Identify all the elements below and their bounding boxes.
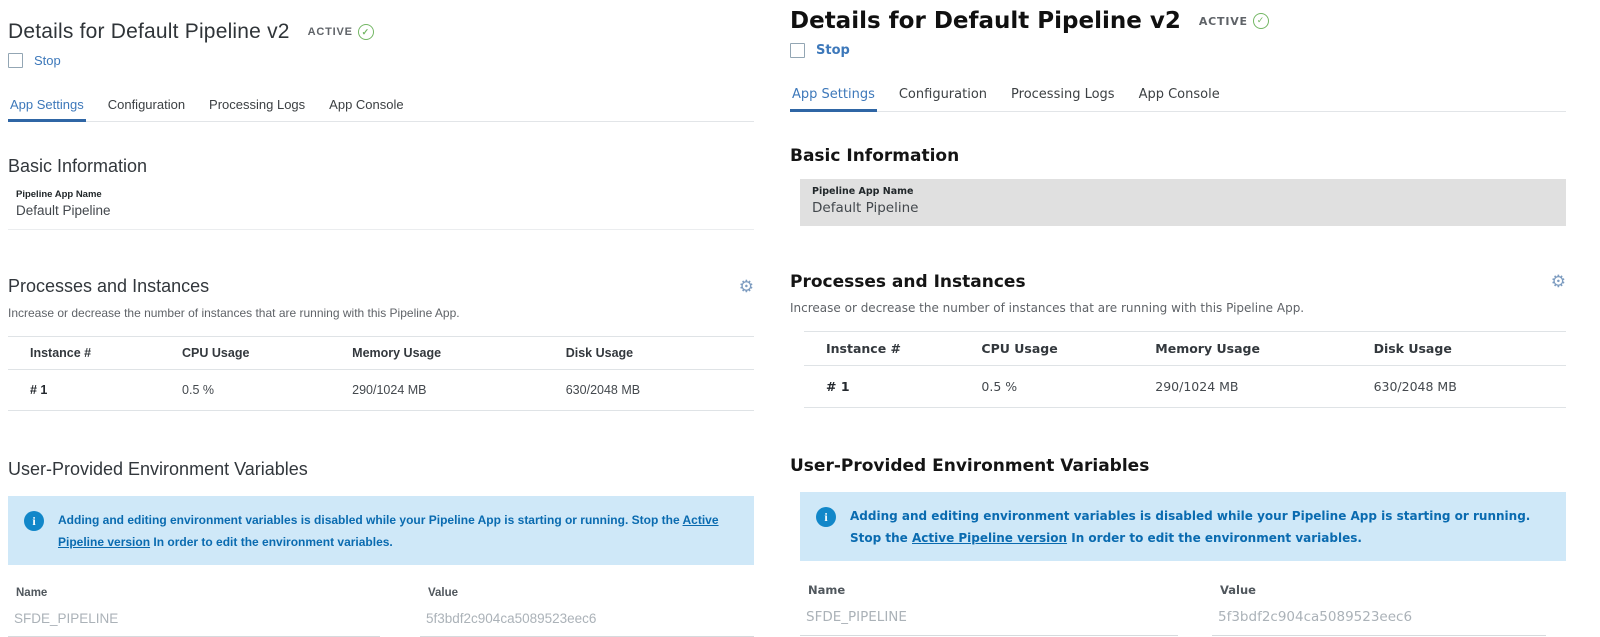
tab-app-console[interactable]: App Console	[1137, 87, 1222, 111]
cell-memory: 290/1024 MB	[1155, 379, 1373, 394]
pipeline-app-name-field: Pipeline App Name Default Pipeline	[8, 189, 754, 230]
processes-header: Processes and Instances ⚙	[8, 276, 754, 297]
env-vars-heading: User-Provided Environment Variables	[8, 459, 754, 480]
gear-icon[interactable]: ⚙	[1551, 274, 1566, 291]
env-var-fields: Name SFDE_PIPELINE Value 5f3bdf2c904ca50…	[8, 587, 754, 637]
stop-control: Stop	[790, 43, 1566, 58]
cell-cpu: 0.5 %	[981, 379, 1155, 394]
table-header-row: Instance # CPU Usage Memory Usage Disk U…	[804, 331, 1566, 366]
info-banner: i Adding and editing environment variabl…	[800, 492, 1566, 561]
env-name-label: Name	[800, 583, 1178, 597]
col-disk: Disk Usage	[1374, 341, 1566, 356]
stop-checkbox[interactable]	[8, 53, 23, 68]
status-badge: ACTIVE ✓	[1199, 13, 1269, 29]
table-row: # 1 0.5 % 290/1024 MB 630/2048 MB	[804, 366, 1566, 408]
gear-icon[interactable]: ⚙	[739, 278, 754, 295]
tab-bar: App Settings Configuration Processing Lo…	[790, 87, 1566, 112]
col-instance: Instance #	[30, 346, 182, 360]
env-name-field: Name SFDE_PIPELINE	[800, 583, 1178, 636]
table-row: # 1 0.5 % 290/1024 MB 630/2048 MB	[8, 370, 754, 411]
basic-info-heading: Basic Information	[790, 146, 1566, 166]
processes-heading: Processes and Instances	[8, 276, 209, 297]
col-cpu: CPU Usage	[981, 341, 1155, 356]
col-instance: Instance #	[826, 341, 981, 356]
banner-text: Adding and editing environment variables…	[850, 505, 1548, 549]
tab-app-settings[interactable]: App Settings	[8, 97, 86, 121]
col-memory: Memory Usage	[1155, 341, 1373, 356]
basic-info-heading: Basic Information	[8, 156, 754, 177]
check-circle-icon: ✓	[1253, 13, 1269, 29]
page-title: Details for Default Pipeline v2	[8, 20, 290, 44]
env-value-field: Value 5f3bdf2c904ca5089523eec6	[1212, 583, 1546, 636]
stop-label[interactable]: Stop	[34, 53, 61, 68]
cell-instance: # 1	[30, 383, 182, 397]
pipeline-app-name-value: Default Pipeline	[16, 203, 754, 218]
cell-disk: 630/2048 MB	[566, 383, 754, 397]
banner-text-post: In order to edit the environment variabl…	[150, 535, 393, 549]
tab-app-console[interactable]: App Console	[327, 97, 405, 121]
tab-processing-logs[interactable]: Processing Logs	[207, 97, 307, 121]
processes-description: Increase or decrease the number of insta…	[8, 306, 754, 320]
right-panel: Details for Default Pipeline v2 ACTIVE ✓…	[790, 0, 1566, 636]
col-cpu: CPU Usage	[182, 346, 352, 360]
col-disk: Disk Usage	[566, 346, 754, 360]
pipeline-app-name-value: Default Pipeline	[812, 200, 1554, 216]
cell-disk: 630/2048 MB	[1374, 379, 1566, 394]
pipeline-app-name-field: Pipeline App Name Default Pipeline	[800, 179, 1566, 226]
page-header: Details for Default Pipeline v2 ACTIVE ✓	[790, 8, 1566, 34]
stop-control: Stop	[8, 53, 754, 68]
processes-description: Increase or decrease the number of insta…	[790, 301, 1566, 315]
env-value-label: Value	[1212, 583, 1546, 597]
env-vars-heading: User-Provided Environment Variables	[790, 456, 1566, 476]
info-icon: i	[816, 507, 836, 527]
stop-label[interactable]: Stop	[816, 43, 850, 58]
env-name-input[interactable]: SFDE_PIPELINE	[8, 611, 380, 637]
tab-processing-logs[interactable]: Processing Logs	[1009, 87, 1117, 111]
env-value-field: Value 5f3bdf2c904ca5089523eec6	[420, 587, 754, 637]
cell-memory: 290/1024 MB	[352, 383, 566, 397]
info-banner: i Adding and editing environment variabl…	[8, 496, 754, 565]
tab-configuration[interactable]: Configuration	[897, 87, 989, 111]
status-label: ACTIVE	[308, 26, 353, 38]
col-memory: Memory Usage	[352, 346, 566, 360]
status-label: ACTIVE	[1199, 15, 1248, 28]
table-header-row: Instance # CPU Usage Memory Usage Disk U…	[8, 336, 754, 370]
env-value-input[interactable]: 5f3bdf2c904ca5089523eec6	[420, 611, 754, 637]
env-var-fields: Name SFDE_PIPELINE Value 5f3bdf2c904ca50…	[800, 583, 1566, 636]
processes-header: Processes and Instances ⚙	[790, 272, 1566, 292]
env-value-input[interactable]: 5f3bdf2c904ca5089523eec6	[1212, 609, 1546, 636]
tab-bar: App Settings Configuration Processing Lo…	[8, 97, 754, 122]
instances-table: Instance # CPU Usage Memory Usage Disk U…	[8, 336, 754, 411]
instances-table: Instance # CPU Usage Memory Usage Disk U…	[804, 331, 1566, 408]
page-title: Details for Default Pipeline v2	[790, 8, 1181, 34]
env-name-input[interactable]: SFDE_PIPELINE	[800, 609, 1178, 636]
tab-configuration[interactable]: Configuration	[106, 97, 187, 121]
env-name-field: Name SFDE_PIPELINE	[8, 587, 380, 637]
info-icon: i	[24, 511, 44, 531]
page-header: Details for Default Pipeline v2 ACTIVE ✓	[8, 20, 754, 44]
check-circle-icon: ✓	[358, 24, 374, 40]
banner-text: Adding and editing environment variables…	[58, 509, 736, 553]
processes-heading: Processes and Instances	[790, 272, 1026, 292]
status-badge: ACTIVE ✓	[308, 24, 374, 40]
env-value-label: Value	[420, 587, 754, 599]
banner-text-pre: Adding and editing environment variables…	[58, 513, 683, 527]
pipeline-app-name-label: Pipeline App Name	[16, 189, 754, 200]
cell-instance: # 1	[826, 379, 981, 394]
active-pipeline-version-link[interactable]: Active Pipeline version	[912, 531, 1067, 545]
stop-checkbox[interactable]	[790, 43, 805, 58]
pipeline-app-name-label: Pipeline App Name	[812, 186, 1554, 197]
cell-cpu: 0.5 %	[182, 383, 352, 397]
banner-text-post: In order to edit the environment variabl…	[1067, 531, 1362, 545]
env-name-label: Name	[8, 587, 380, 599]
tab-app-settings[interactable]: App Settings	[790, 87, 877, 111]
left-panel: Details for Default Pipeline v2 ACTIVE ✓…	[8, 0, 754, 637]
